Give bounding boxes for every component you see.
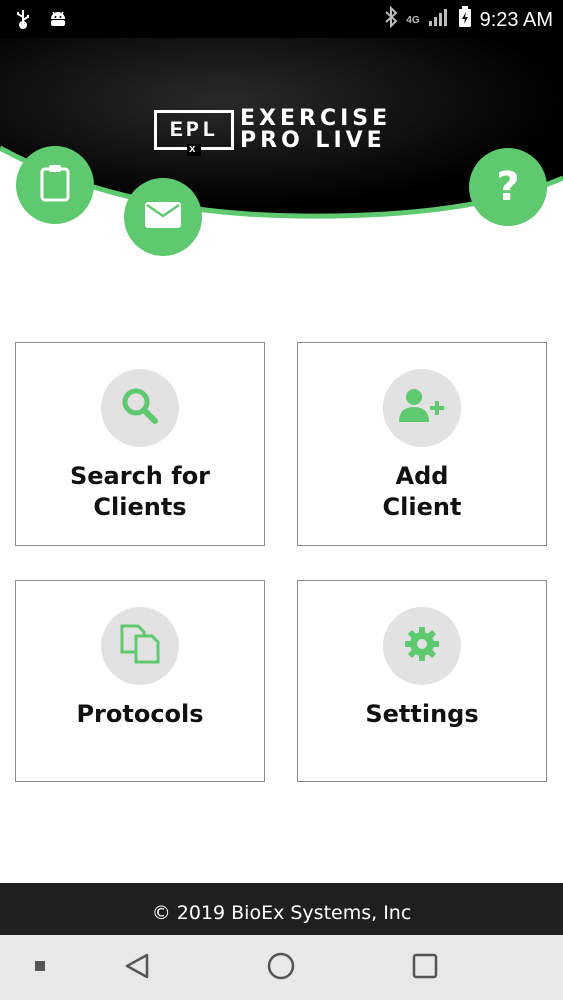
add-client-card[interactable]: Add Client: [297, 342, 547, 546]
app-header: EPL x EXERCISE PRO LIVE ?: [0, 38, 563, 268]
help-icon: ?: [496, 164, 520, 210]
signal-icon: [428, 7, 450, 33]
mail-button[interactable]: [124, 178, 202, 256]
recents-square-icon: [411, 952, 439, 985]
settings-card[interactable]: Settings: [297, 580, 547, 782]
mail-icon: [145, 201, 181, 233]
search-icon: [120, 386, 160, 431]
system-nav-bar: [0, 935, 563, 1000]
logo-box-subscript: x: [187, 144, 201, 156]
search-clients-card[interactable]: Search for Clients: [15, 342, 265, 546]
footer: © 2019 BioEx Systems, Inc: [0, 883, 563, 935]
add-user-icon-circle: [383, 369, 461, 447]
settings-label: Settings: [365, 700, 479, 728]
search-clients-label: Search for Clients: [69, 462, 211, 521]
network-type-label: 4G: [406, 14, 420, 26]
protocols-label: Protocols: [76, 700, 204, 728]
gear-icon: [403, 625, 441, 668]
add-client-label: Add Client: [382, 462, 462, 521]
logo-line1: EXERCISE: [240, 106, 392, 131]
logo-box: EPL x: [154, 110, 234, 156]
usb-icon: [14, 9, 32, 34]
logo-line2: PRO LIVE: [240, 128, 386, 153]
square-dot-icon: [34, 959, 46, 977]
documents-icon: [118, 622, 162, 671]
documents-icon-circle: [101, 607, 179, 685]
battery-icon: [458, 6, 472, 34]
back-button[interactable]: [121, 952, 153, 984]
search-icon-circle: [101, 369, 179, 447]
add-user-icon: [397, 386, 447, 431]
back-triangle-icon: [123, 952, 151, 985]
status-time: 9:23 AM: [479, 8, 553, 31]
protocols-card[interactable]: Protocols: [15, 580, 265, 782]
home-button[interactable]: [265, 952, 297, 984]
app-logo: EPL x EXERCISE PRO LIVE: [154, 108, 391, 156]
home-circle-icon: [266, 951, 296, 986]
extra-nav-button[interactable]: [24, 952, 56, 984]
copyright-text: © 2019 BioEx Systems, Inc: [151, 902, 412, 924]
recents-button[interactable]: [409, 952, 441, 984]
android-debug-icon: [48, 9, 68, 34]
logo-box-text: EPL: [169, 117, 219, 143]
gear-icon-circle: [383, 607, 461, 685]
help-button[interactable]: ?: [469, 148, 547, 226]
bluetooth-icon: [384, 5, 398, 34]
logo-words: EXERCISE PRO LIVE: [240, 108, 391, 152]
status-bar: 4G 9:23 AM: [0, 0, 563, 38]
clipboard-button[interactable]: [16, 146, 94, 224]
clipboard-icon: [38, 164, 72, 207]
